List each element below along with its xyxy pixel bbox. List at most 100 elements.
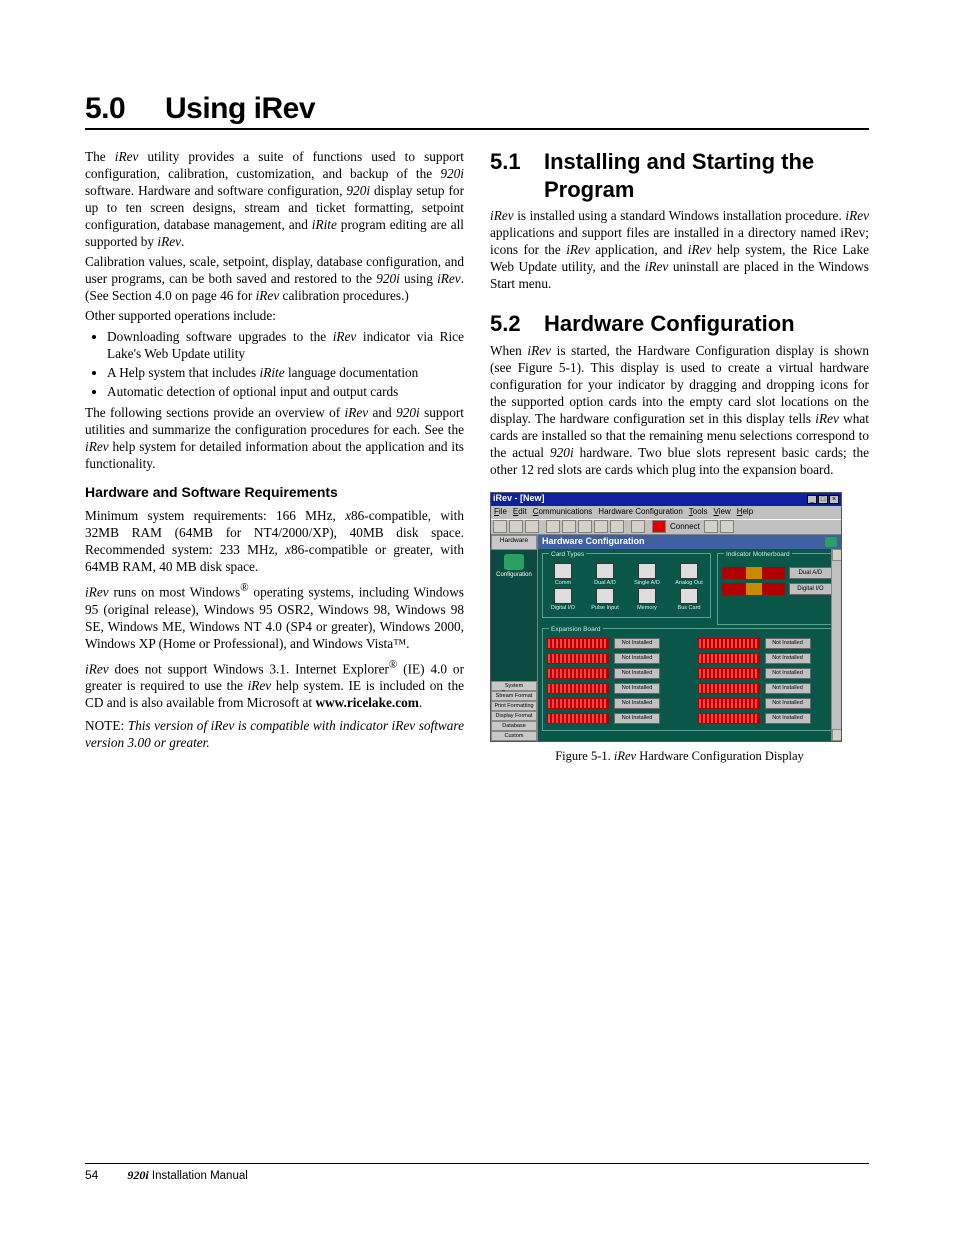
toolbar-separator [541,520,544,533]
toolbar-button[interactable] [720,520,734,533]
mb-slot-button[interactable]: Dual A/D [789,567,832,579]
paragraph: Calibration values, scale, setpoint, dis… [85,253,464,304]
card-dual-ad[interactable]: Dual A/D [589,563,621,586]
menu-communications[interactable]: Communications [533,507,593,518]
card-single-ad[interactable]: Single A/D [631,563,663,586]
expansion-slot-label[interactable]: Not Installed [765,713,811,724]
toolbar-separator [626,520,629,533]
expansion-slot-label[interactable]: Not Installed [614,638,660,649]
expansion-slot[interactable] [698,713,760,724]
toolbar-button[interactable] [704,520,718,533]
menu-help[interactable]: Help [737,507,753,518]
window-buttons: _□× [806,494,839,504]
footer-title-rest: Installation Manual [149,1170,248,1182]
panel-title: Expansion Board [549,626,603,634]
card-icon [554,588,572,604]
card-memory[interactable]: Memory [631,588,663,611]
expansion-slot-label[interactable]: Not Installed [614,698,660,709]
card-bus-card[interactable]: Bus Card [673,588,705,611]
toolbar-button[interactable] [509,520,523,533]
maximize-icon[interactable]: □ [818,495,828,504]
heading-title: Using iRev [165,92,315,125]
card-icon [638,588,656,604]
right-column: 5.1 Installing and Starting the Program … [490,148,869,770]
toolbar-button[interactable] [546,520,560,533]
note-paragraph: NOTE: This version of iRev is compatible… [85,717,464,751]
expansion-slot[interactable] [698,653,760,664]
nav-bottom-group: System Parame… Stream Format Print Forma… [491,681,537,741]
toolbar-button[interactable] [652,520,666,533]
card-comm[interactable]: Comm [547,563,579,586]
mb-slot[interactable] [722,567,785,579]
card-analog-out[interactable]: Analog Out [673,563,705,586]
expansion-slot-label[interactable]: Not Installed [614,653,660,664]
menu-file[interactable]: File [494,507,507,518]
menu-view[interactable]: View [713,507,730,518]
expansion-slot[interactable] [547,698,609,709]
subsection-heading: 5.1 Installing and Starting the Program [490,148,869,204]
expansion-slot[interactable] [547,713,609,724]
page-footer: 54 920i Installation Manual [85,1163,869,1183]
toolbar-button[interactable] [525,520,539,533]
expansion-slot-label[interactable]: Not Installed [614,683,660,694]
close-icon[interactable]: × [829,495,839,504]
expansion-slot-label[interactable]: Not Installed [765,668,811,679]
subheading: Hardware and Software Requirements [85,484,464,502]
nav-system-parameters[interactable]: System Parame… [491,681,537,691]
nav-icon-area: Configuration [491,550,537,681]
nav-display-format[interactable]: Display Format [491,711,537,721]
nav-stream-format[interactable]: Stream Format [491,691,537,701]
figure: iRev - [New] _□× File Edit Communication… [490,492,869,764]
toolbar-button[interactable] [493,520,507,533]
expansion-slot[interactable] [698,668,760,679]
toolbar-button[interactable] [610,520,624,533]
menu-edit[interactable]: Edit [513,507,527,518]
nav-icon[interactable] [504,554,524,570]
app-body: Hardware Configuration System Parame… St… [491,535,841,741]
nav-hardware[interactable]: Hardware [491,535,537,550]
expansion-slot-row: Not Installed [547,683,682,694]
expansion-slot-label[interactable]: Not Installed [614,713,660,724]
nav-database[interactable]: Database [491,721,537,731]
expansion-slot-label[interactable]: Not Installed [614,668,660,679]
expansion-slot-label[interactable]: Not Installed [765,683,811,694]
menu-hardware-configuration[interactable]: Hardware Configuration [598,507,683,518]
mb-slot[interactable] [722,583,785,595]
expansion-slot[interactable] [698,683,760,694]
section-heading: 5.0Using iRev [85,92,869,130]
subsection-title: Installing and Starting the Program [544,148,869,204]
nav-custom[interactable]: Custom [491,731,537,741]
vertical-scrollbar[interactable] [831,549,841,741]
card-pulse-input[interactable]: Pulse Input [589,588,621,611]
expansion-slot-row: Not Installed [547,638,682,649]
toolbar-button[interactable] [562,520,576,533]
toolbar-connect-label[interactable]: Connect [670,522,700,532]
header-icon[interactable] [825,537,837,547]
expansion-slot-row: Not Installed [698,653,833,664]
config-canvas: Card Types Comm Dual A/D Single A/D Anal… [538,549,841,741]
menu-bar: File Edit Communications Hardware Config… [491,506,841,519]
expansion-slot-label[interactable]: Not Installed [765,653,811,664]
toolbar-button[interactable] [631,520,645,533]
toolbar-button[interactable] [594,520,608,533]
expansion-slot[interactable] [698,638,760,649]
expansion-slot-label[interactable]: Not Installed [765,638,811,649]
heading-number: 5.0 [85,92,165,126]
mb-slot-button[interactable]: Digital I/O [789,583,832,595]
motherboard-panel: Indicator Motherboard Dual A/D Digital I… [717,553,837,625]
nav-print-formatting[interactable]: Print Formatting [491,701,537,711]
subsection-number: 5.2 [490,310,544,338]
menu-tools[interactable]: Tools [689,507,708,518]
expansion-slot-label[interactable]: Not Installed [765,698,811,709]
expansion-slot[interactable] [698,698,760,709]
minimize-icon[interactable]: _ [807,495,817,504]
expansion-slot[interactable] [547,683,609,694]
expansion-slot-row: Not Installed [698,713,833,724]
toolbar-button[interactable] [578,520,592,533]
expansion-slot[interactable] [547,653,609,664]
card-digital-io[interactable]: Digital I/O [547,588,579,611]
expansion-slot[interactable] [547,668,609,679]
page-number: 54 [85,1168,98,1182]
list-item: Automatic detection of optional input an… [107,383,464,400]
expansion-slot[interactable] [547,638,609,649]
